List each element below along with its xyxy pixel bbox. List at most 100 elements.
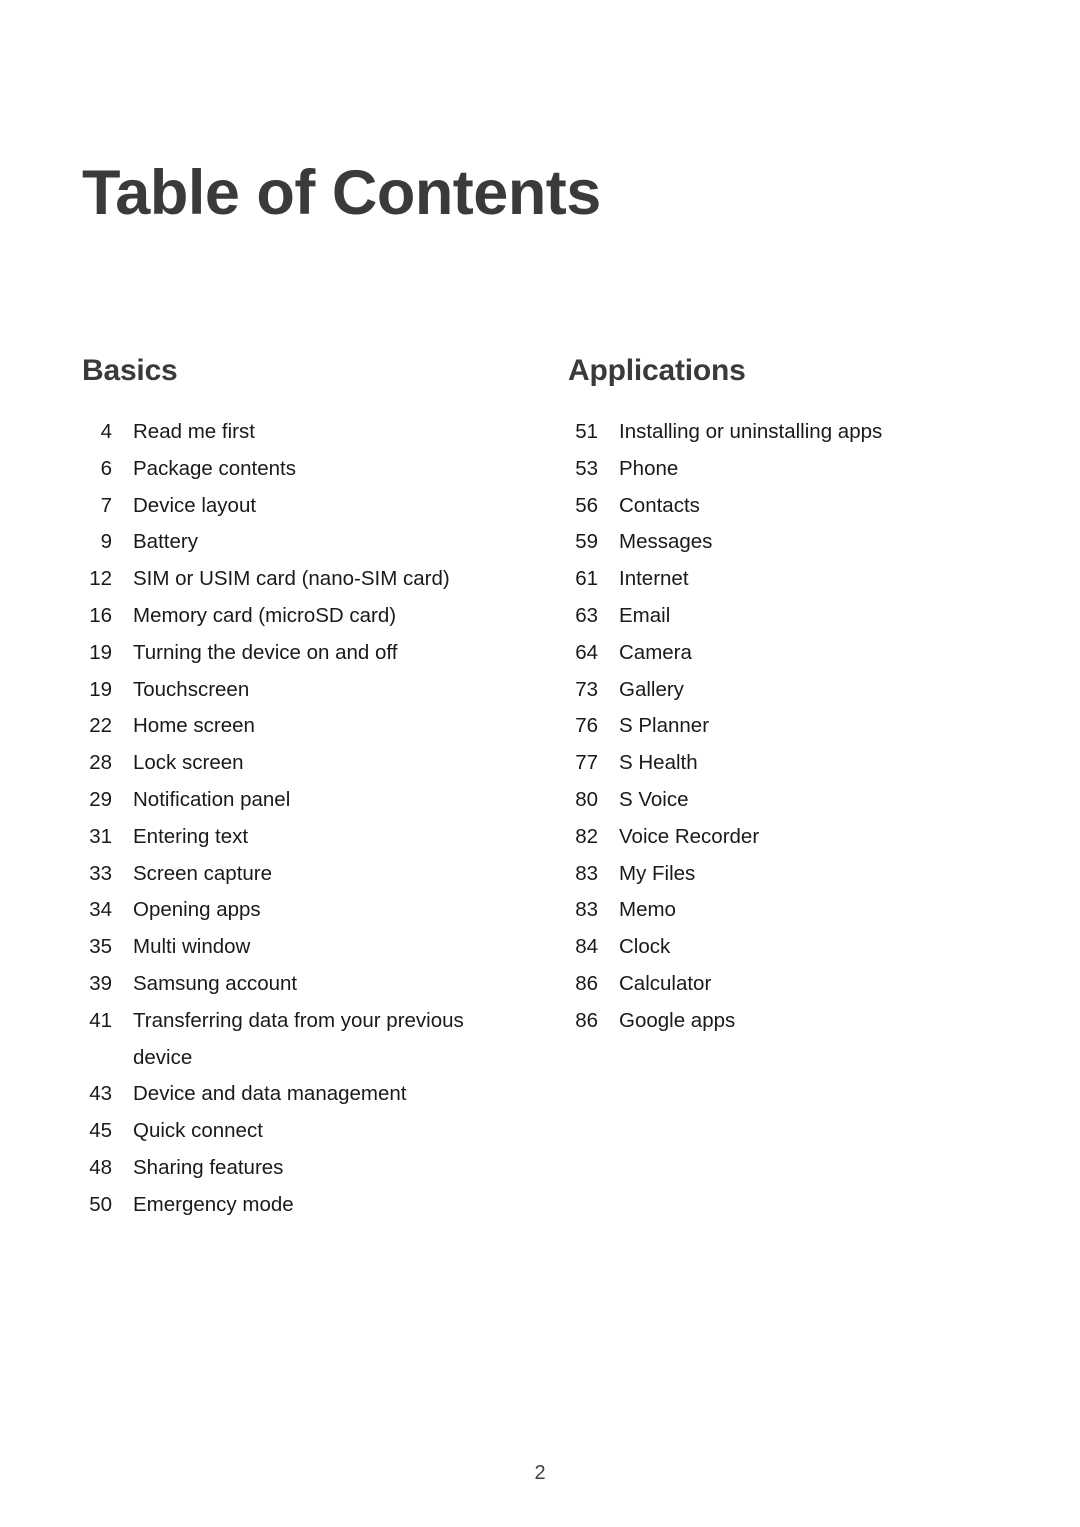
toc-entry[interactable]: 83 My Files — [568, 856, 968, 893]
toc-list-basics: 4 Read me first 6 Package contents 7 Device l… — [82, 414, 512, 1224]
toc-column-basics: Basics 4 Read me first 6 Package contents 7 D… — [82, 356, 512, 1224]
toc-entry-title: S Planner — [619, 714, 710, 738]
toc-entry-title: Lock screen — [133, 751, 244, 775]
toc-entry[interactable]: 39 Samsung account — [82, 966, 512, 1003]
toc-entry-title: S Health — [619, 751, 698, 775]
toc-entry-title: Messages — [619, 530, 713, 554]
toc-entry[interactable]: 48 Sharing features — [82, 1150, 512, 1187]
toc-entry[interactable]: 86 Google apps — [568, 1003, 968, 1040]
toc-entry-page-number: 7 — [100, 493, 112, 517]
toc-entry[interactable]: 29 Notification panel — [82, 782, 512, 819]
toc-entry-title: Battery — [133, 530, 198, 554]
toc-entry-page-number: 16 — [89, 603, 112, 627]
toc-entry-page-number: 59 — [575, 530, 598, 554]
toc-entry-page-number: 9 — [100, 530, 112, 554]
toc-column-applications: Applications 51 Installing or uninstallin… — [568, 356, 968, 1040]
toc-entry-title: Gallery — [619, 677, 684, 701]
toc-entry[interactable]: 63 Email — [568, 598, 968, 635]
toc-entry[interactable]: 83 Memo — [568, 892, 968, 929]
toc-entry-page-number: 82 — [575, 824, 598, 848]
toc-entry-page-number: 83 — [575, 898, 598, 922]
toc-entry-page-number: 84 — [575, 935, 598, 959]
toc-entry[interactable]: 86 Calculator — [568, 966, 968, 1003]
toc-entry-title: Package contents — [133, 456, 296, 480]
toc-entry[interactable]: 16 Memory card (microSD card) — [82, 598, 512, 635]
toc-entry[interactable]: 45 Quick connect — [82, 1113, 512, 1150]
toc-entry-page-number: 19 — [89, 640, 112, 664]
toc-entry-title: Calculator — [619, 971, 712, 995]
toc-entry-title: Phone — [619, 456, 679, 480]
toc-entry[interactable]: 41 Transferring data from your previous d… — [82, 1003, 512, 1077]
toc-entry[interactable]: 35 Multi window — [82, 929, 512, 966]
toc-entry-title: Home screen — [133, 714, 255, 738]
toc-entry-title: Entering text — [133, 824, 249, 848]
toc-entry-title: Quick connect — [133, 1119, 263, 1143]
toc-entry-title: Opening apps — [133, 898, 261, 922]
toc-entry-page-number: 45 — [89, 1119, 112, 1143]
toc-entry[interactable]: 77 S Health — [568, 745, 968, 782]
toc-entry[interactable]: 82 Voice Recorder — [568, 819, 968, 856]
toc-entry[interactable]: 59 Messages — [568, 524, 968, 561]
toc-entry[interactable]: 73 Gallery — [568, 672, 968, 709]
toc-entry-title: SIM or USIM card (nano-SIM card) — [133, 567, 450, 591]
toc-entry[interactable]: 34 Opening apps — [82, 892, 512, 929]
toc-entry-title: Screen capture — [133, 861, 273, 885]
toc-entry[interactable]: 12 SIM or USIM card (nano-SIM card) — [82, 561, 512, 598]
toc-entry[interactable]: 7 Device layout — [82, 488, 512, 525]
page-title: Table of Contents — [82, 158, 601, 229]
toc-entry[interactable]: 80 S Voice — [568, 782, 968, 819]
toc-entry[interactable]: 61 Internet — [568, 561, 968, 598]
toc-entry-page-number: 35 — [89, 935, 112, 959]
toc-entry-title: Samsung account — [133, 971, 298, 995]
toc-entry-page-number: 39 — [89, 971, 112, 995]
toc-entry-page-number: 64 — [575, 640, 598, 664]
toc-entry-page-number: 41 — [89, 1008, 112, 1032]
toc-entry-page-number: 31 — [89, 824, 112, 848]
toc-entry-title: Notification panel — [133, 787, 291, 811]
toc-entry[interactable]: 56 Contacts — [568, 488, 968, 525]
toc-entry-page-number: 33 — [89, 861, 112, 885]
toc-entry-page-number: 28 — [89, 751, 112, 775]
toc-entry-page-number: 6 — [100, 456, 112, 480]
toc-entry-title: Camera — [619, 640, 692, 664]
toc-entry[interactable]: 64 Camera — [568, 635, 968, 672]
toc-entry-title: Emergency mode — [133, 1192, 294, 1216]
toc-entry-title: Read me first — [133, 420, 255, 443]
toc-entry[interactable]: 19 Touchscreen — [82, 672, 512, 709]
toc-entry[interactable]: 33 Screen capture — [82, 856, 512, 893]
toc-entry-page-number: 56 — [575, 493, 598, 517]
toc-entry-title: My Files — [619, 861, 696, 885]
toc-entry-page-number: 34 — [89, 898, 112, 922]
toc-entry[interactable]: 28 Lock screen — [82, 745, 512, 782]
toc-entry[interactable]: 31 Entering text — [82, 819, 512, 856]
toc-entry-title: Voice Recorder — [619, 824, 760, 848]
toc-entry-title: Device layout — [133, 493, 257, 517]
toc-entry-page-number: 12 — [89, 567, 112, 591]
toc-entry[interactable]: 19 Turning the device on and off — [82, 635, 512, 672]
toc-entry[interactable]: 53 Phone — [568, 451, 968, 488]
toc-list-applications: 51 Installing or uninstalling apps 53 Phone… — [568, 414, 968, 1040]
toc-entry-title: Sharing features — [133, 1155, 284, 1179]
toc-entry[interactable]: 50 Emergency mode — [82, 1187, 512, 1224]
toc-entry-title: Clock — [619, 935, 671, 959]
toc-entry[interactable]: 4 Read me first — [82, 414, 512, 451]
toc-entry-page-number: 86 — [575, 1008, 598, 1032]
toc-entry[interactable]: 76 S Planner — [568, 708, 968, 745]
toc-entry-title: Internet — [619, 567, 689, 591]
toc-entry-title: Installing or uninstalling apps — [619, 420, 883, 443]
toc-entry-page-number: 29 — [89, 787, 112, 811]
toc-entry[interactable]: 84 Clock — [568, 929, 968, 966]
toc-entry[interactable]: 51 Installing or uninstalling apps — [568, 414, 968, 451]
toc-entry-page-number: 4 — [100, 420, 112, 443]
toc-entry-title: Memory card (microSD card) — [133, 603, 397, 627]
toc-entry-title: Email — [619, 603, 671, 627]
toc-entry-page-number: 83 — [575, 861, 598, 885]
toc-entry[interactable]: 43 Device and data management — [82, 1076, 512, 1113]
toc-entry[interactable]: 22 Home screen — [82, 708, 512, 745]
document-page: Table of Contents Basics 4 Read me first 6… — [0, 0, 1080, 1527]
toc-entry-page-number: 51 — [575, 420, 598, 443]
toc-entry[interactable]: 9 Battery — [82, 524, 512, 561]
toc-entry[interactable]: 6 Package contents — [82, 451, 512, 488]
toc-entry-title: Transferring data from your previous dev… — [133, 1008, 464, 1069]
toc-entry-page-number: 73 — [575, 677, 598, 701]
